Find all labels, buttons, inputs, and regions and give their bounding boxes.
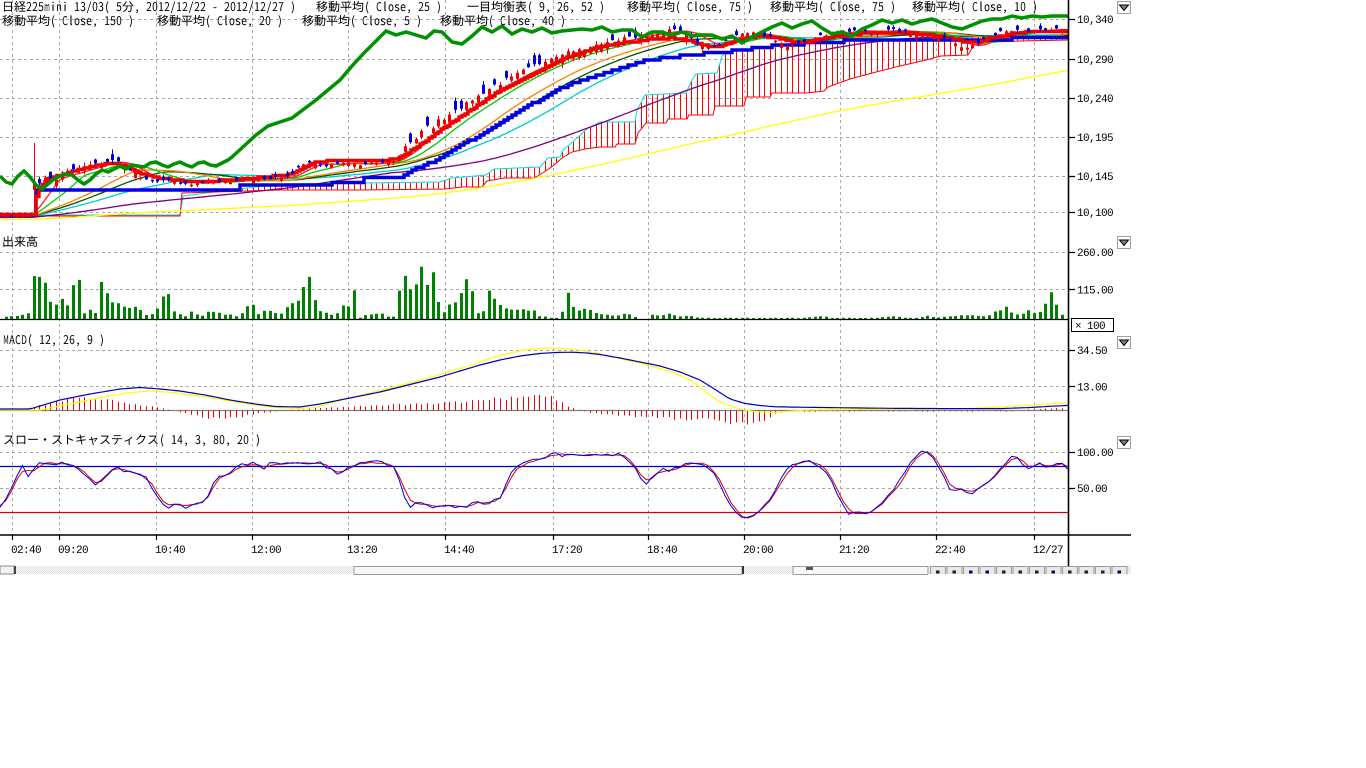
- svg-text:13.00: 13.00: [1077, 383, 1107, 395]
- svg-text:× 100: × 100: [1075, 321, 1105, 333]
- svg-text:09:20: 09:20: [58, 545, 88, 557]
- svg-text:260.00: 260.00: [1077, 248, 1113, 260]
- svg-text:20:00: 20:00: [743, 545, 773, 557]
- svg-text:02:40: 02:40: [11, 545, 41, 557]
- svg-text:17:20: 17:20: [552, 545, 582, 557]
- svg-text:10:40: 10:40: [155, 545, 185, 557]
- svg-text:22:40: 22:40: [935, 545, 965, 557]
- svg-text:21:20: 21:20: [839, 545, 869, 557]
- svg-text:10,240: 10,240: [1077, 94, 1113, 106]
- svg-text:10,100: 10,100: [1077, 208, 1113, 220]
- svg-text:10,195: 10,195: [1077, 133, 1113, 145]
- svg-text:50.00: 50.00: [1077, 484, 1107, 496]
- svg-text:10,340: 10,340: [1077, 15, 1113, 27]
- svg-text:34.50: 34.50: [1077, 346, 1107, 358]
- svg-text:14:40: 14:40: [444, 545, 474, 557]
- svg-text:12:00: 12:00: [251, 545, 281, 557]
- svg-text:13:20: 13:20: [347, 545, 377, 557]
- svg-text:115.00: 115.00: [1077, 286, 1113, 298]
- svg-text:12/27: 12/27: [1033, 545, 1063, 557]
- svg-text:100.00: 100.00: [1077, 448, 1113, 460]
- svg-text:18:40: 18:40: [647, 545, 677, 557]
- svg-text:10,145: 10,145: [1077, 172, 1113, 184]
- svg-text:10,290: 10,290: [1077, 55, 1113, 67]
